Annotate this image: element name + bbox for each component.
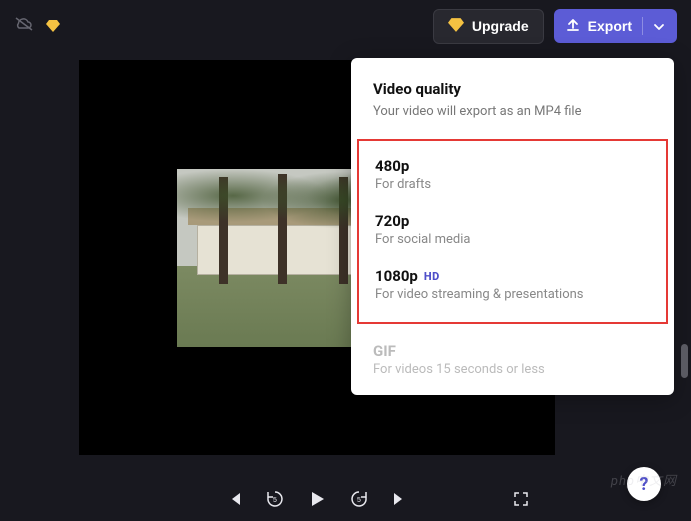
quality-option-720p[interactable]: 720p For social media xyxy=(375,202,650,257)
controls-center: 5 5 xyxy=(227,489,407,509)
option-desc: For drafts xyxy=(375,177,650,192)
option-label: 1080p HD xyxy=(375,267,650,285)
play-button[interactable] xyxy=(307,489,327,509)
watermark: php中文网 xyxy=(611,470,677,489)
skip-forward-button[interactable] xyxy=(391,491,407,507)
panel-subtitle: Your video will export as an MP4 file xyxy=(373,104,652,119)
export-quality-panel: Video quality Your video will export as … xyxy=(351,58,674,395)
forward-5-button[interactable]: 5 xyxy=(349,489,369,509)
fullscreen-button[interactable] xyxy=(513,491,529,507)
option-label-text: 1080p xyxy=(375,267,418,285)
diamond-icon xyxy=(448,18,464,35)
cloud-off-icon[interactable] xyxy=(14,16,34,36)
quality-options-highlight: 480p For drafts 720p For social media 10… xyxy=(357,139,668,324)
topbar: Upgrade Export xyxy=(0,0,691,52)
option-label: 720p xyxy=(375,212,650,230)
upload-icon xyxy=(566,18,580,35)
export-button[interactable]: Export xyxy=(554,9,677,43)
option-label: 480p xyxy=(375,157,650,175)
quality-option-gif: GIF For videos 15 seconds or less xyxy=(351,334,674,377)
option-desc: For video streaming & presentations xyxy=(375,287,650,302)
svg-text:5: 5 xyxy=(273,497,277,504)
panel-title: Video quality xyxy=(373,80,652,98)
export-label: Export xyxy=(588,18,632,34)
scrollbar-thumb[interactable] xyxy=(681,344,688,378)
svg-text:5: 5 xyxy=(357,497,361,504)
divider xyxy=(642,17,643,35)
gif-label: GIF xyxy=(373,342,652,360)
player-controls: 5 5 xyxy=(79,489,555,509)
panel-header: Video quality Your video will export as … xyxy=(351,80,674,133)
gif-desc: For videos 15 seconds or less xyxy=(373,362,652,377)
upgrade-button[interactable]: Upgrade xyxy=(433,9,544,44)
topbar-left xyxy=(14,16,60,36)
option-desc: For social media xyxy=(375,232,650,247)
skip-back-button[interactable] xyxy=(227,491,243,507)
hd-badge: HD xyxy=(424,270,440,283)
scrollbar[interactable] xyxy=(680,60,689,501)
chevron-down-icon xyxy=(653,18,665,34)
quality-option-1080p[interactable]: 1080p HD For video streaming & presentat… xyxy=(375,257,650,312)
quality-option-480p[interactable]: 480p For drafts xyxy=(375,147,650,202)
topbar-right: Upgrade Export xyxy=(433,9,677,44)
diamond-icon xyxy=(46,17,60,36)
upgrade-label: Upgrade xyxy=(472,18,529,34)
rewind-5-button[interactable]: 5 xyxy=(265,489,285,509)
